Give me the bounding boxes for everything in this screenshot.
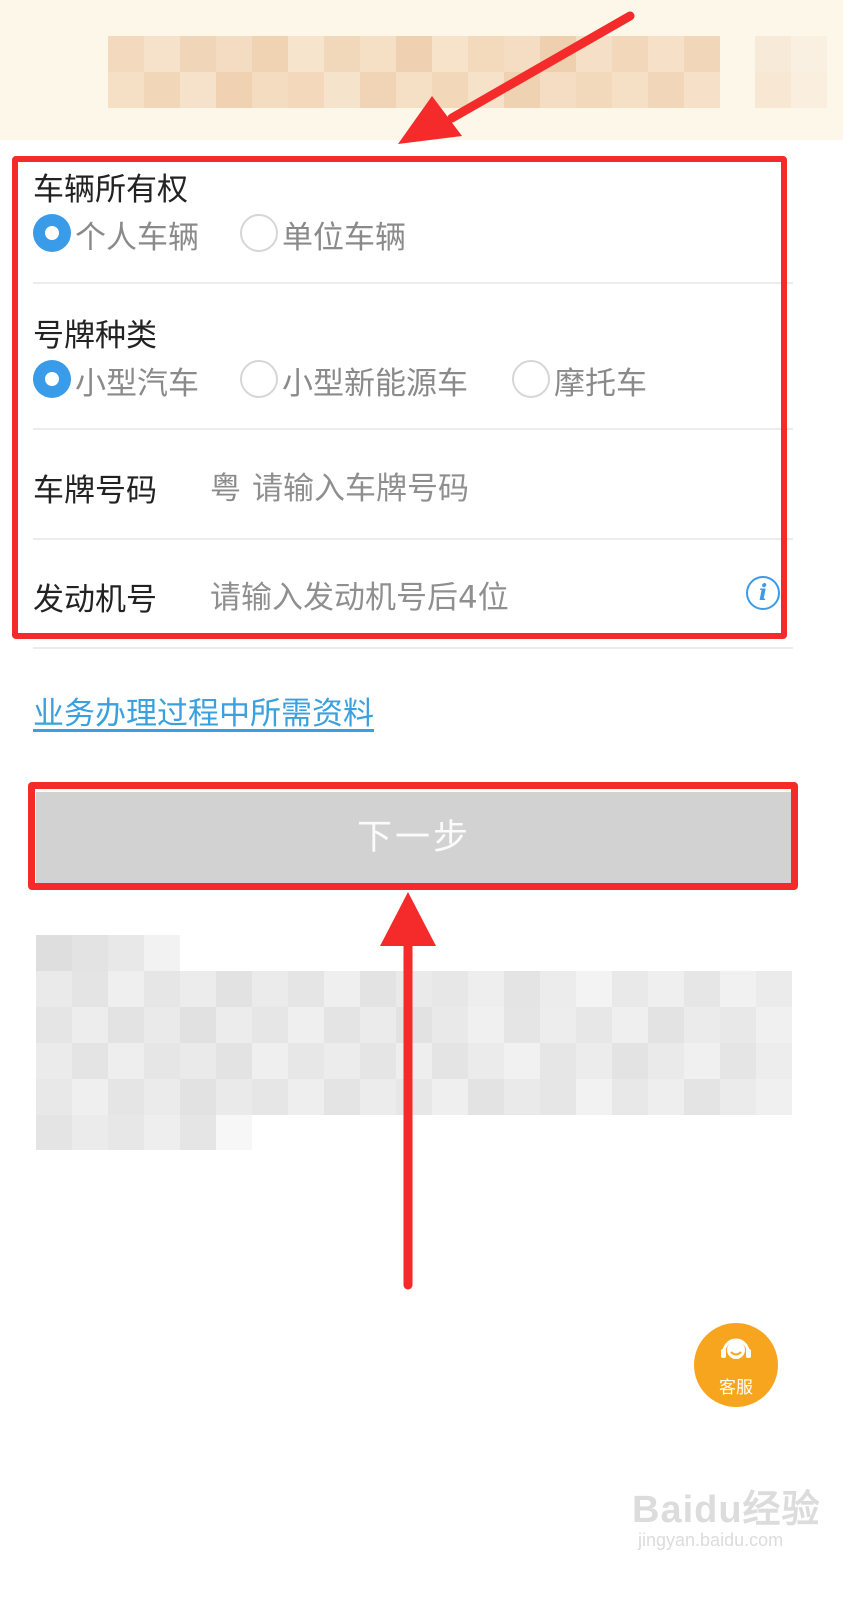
watermark-brand: Baidu经验 (632, 1489, 821, 1531)
watermark-url: jingyan.baidu.com (638, 1530, 784, 1550)
baidu-jingyan-watermark: Baidu经验 jingyan.baidu.com (632, 1478, 832, 1558)
annotation-highlight-box (28, 782, 798, 890)
divider (33, 647, 793, 649)
annotation-highlight-box (12, 156, 787, 639)
required-documents-link[interactable]: 业务办理过程中所需资料 (33, 688, 374, 733)
blurred-header-banner (0, 0, 843, 140)
customer-service-button[interactable]: 客服 (694, 1323, 778, 1407)
blurred-notice-text (36, 935, 792, 1150)
blurred-text (108, 36, 720, 108)
headset-icon (721, 1338, 751, 1359)
blurred-text (755, 36, 827, 108)
customer-service-label: 客服 (719, 1378, 753, 1398)
